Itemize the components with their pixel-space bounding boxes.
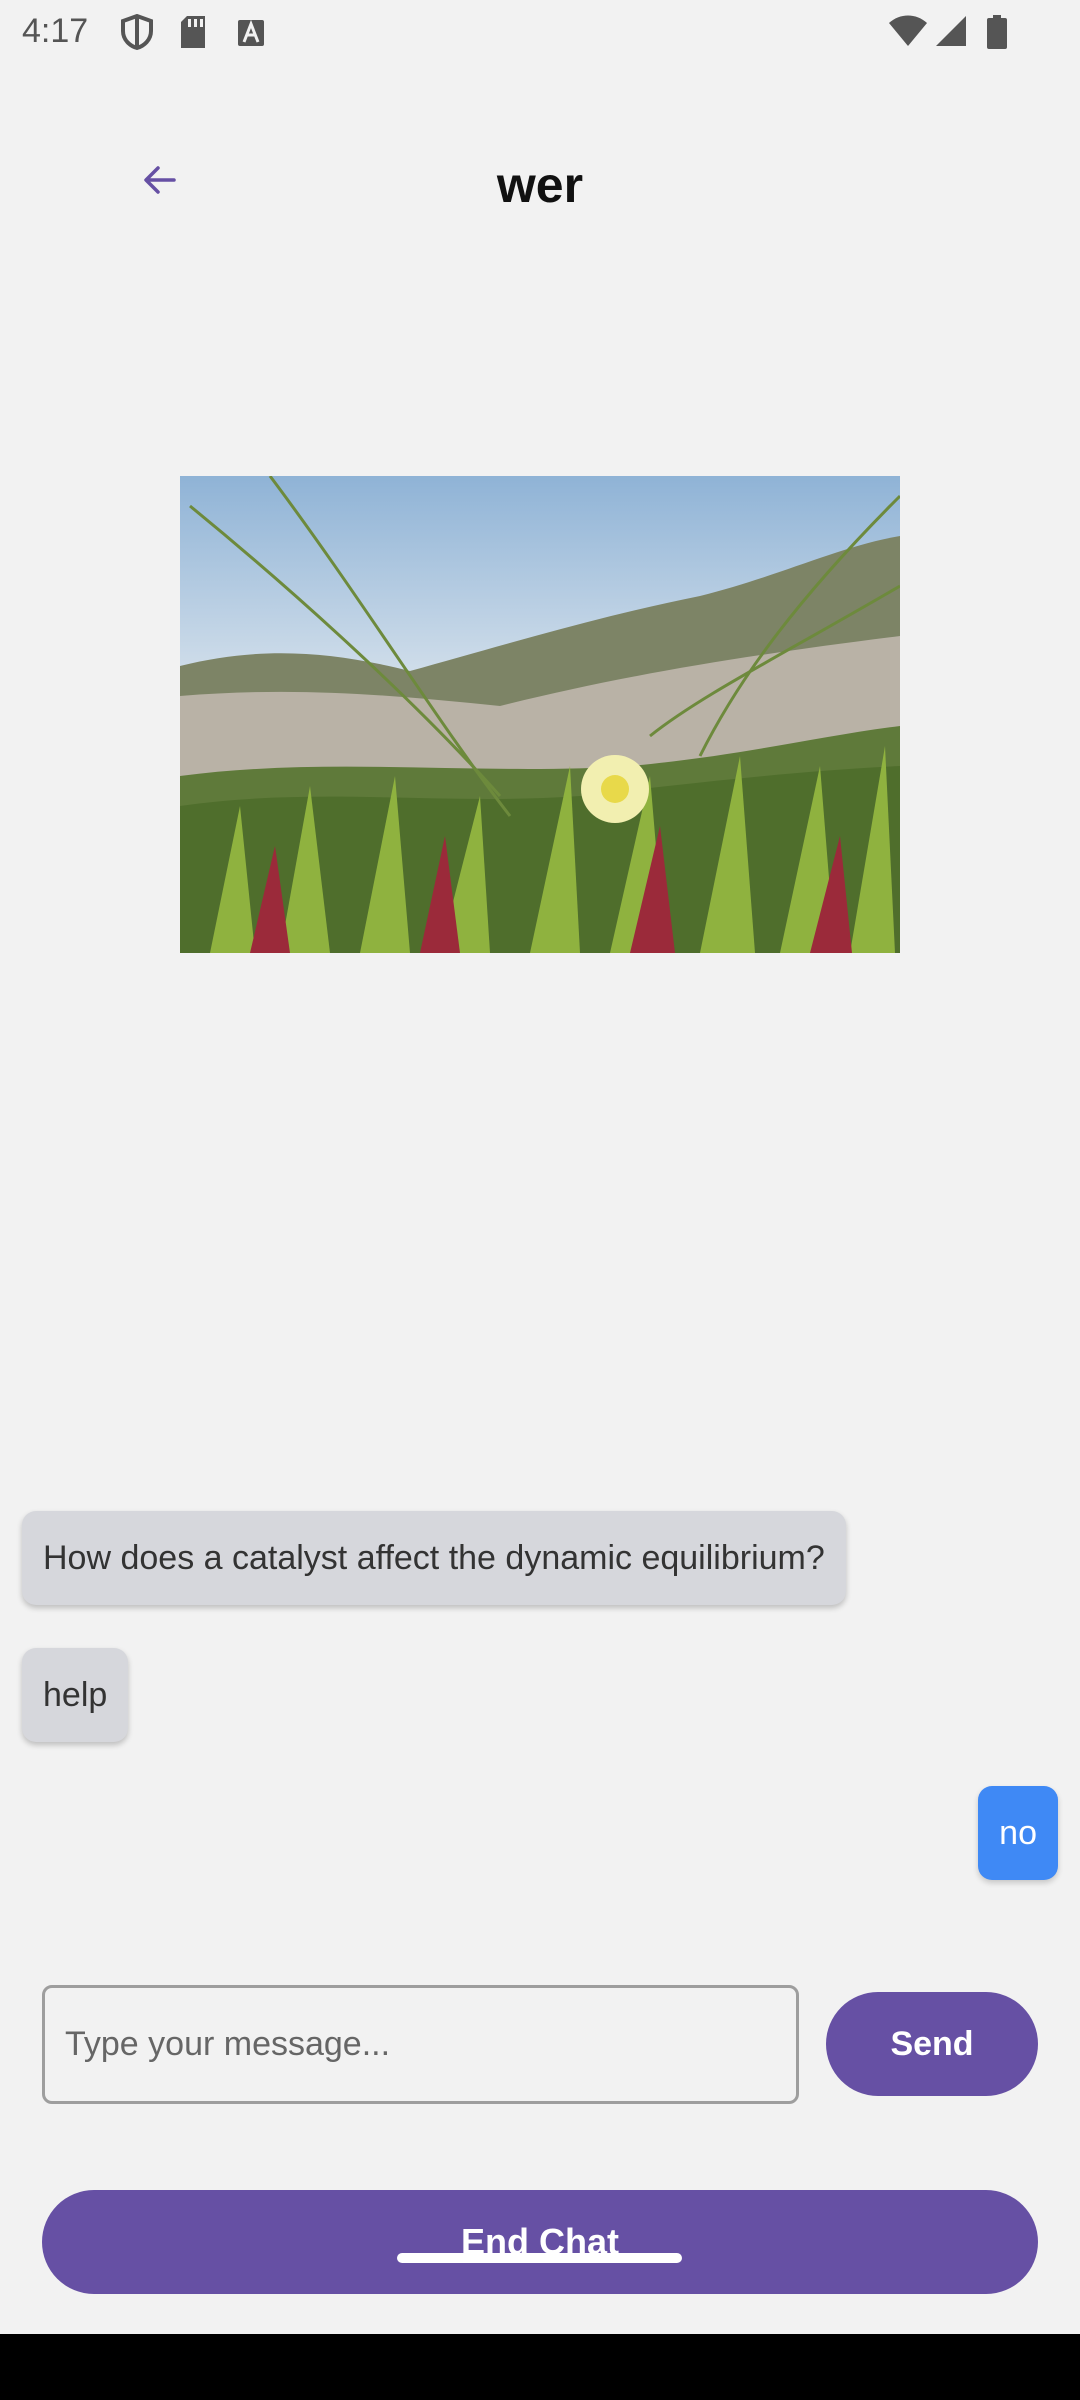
message-bubble: How does a catalyst affect the dynamic e…: [22, 1511, 846, 1605]
sdcard-icon: [178, 14, 208, 55]
navigation-bar: [0, 2334, 1080, 2400]
a-icon: [236, 14, 266, 55]
signal-icon: [934, 14, 968, 53]
page-title: wer: [496, 157, 584, 213]
message-bubble: help: [22, 1648, 129, 1742]
end-chat-button[interactable]: End Chat: [42, 2190, 1038, 2294]
status-time: 4:17: [22, 12, 89, 50]
home-indicator[interactable]: [397, 2253, 682, 2263]
status-bar: 4:17: [0, 0, 1080, 64]
shield-icon: [120, 13, 154, 55]
message-input[interactable]: [42, 1985, 799, 2104]
battery-icon: [986, 14, 1008, 55]
message-bubble-sent: no: [978, 1786, 1058, 1880]
chat-image[interactable]: [180, 476, 900, 953]
send-button[interactable]: Send: [826, 1992, 1038, 2096]
chat-screen: 4:17 wer How does a catalyst affect the …: [0, 0, 1080, 2400]
wifi-icon: [888, 14, 928, 53]
